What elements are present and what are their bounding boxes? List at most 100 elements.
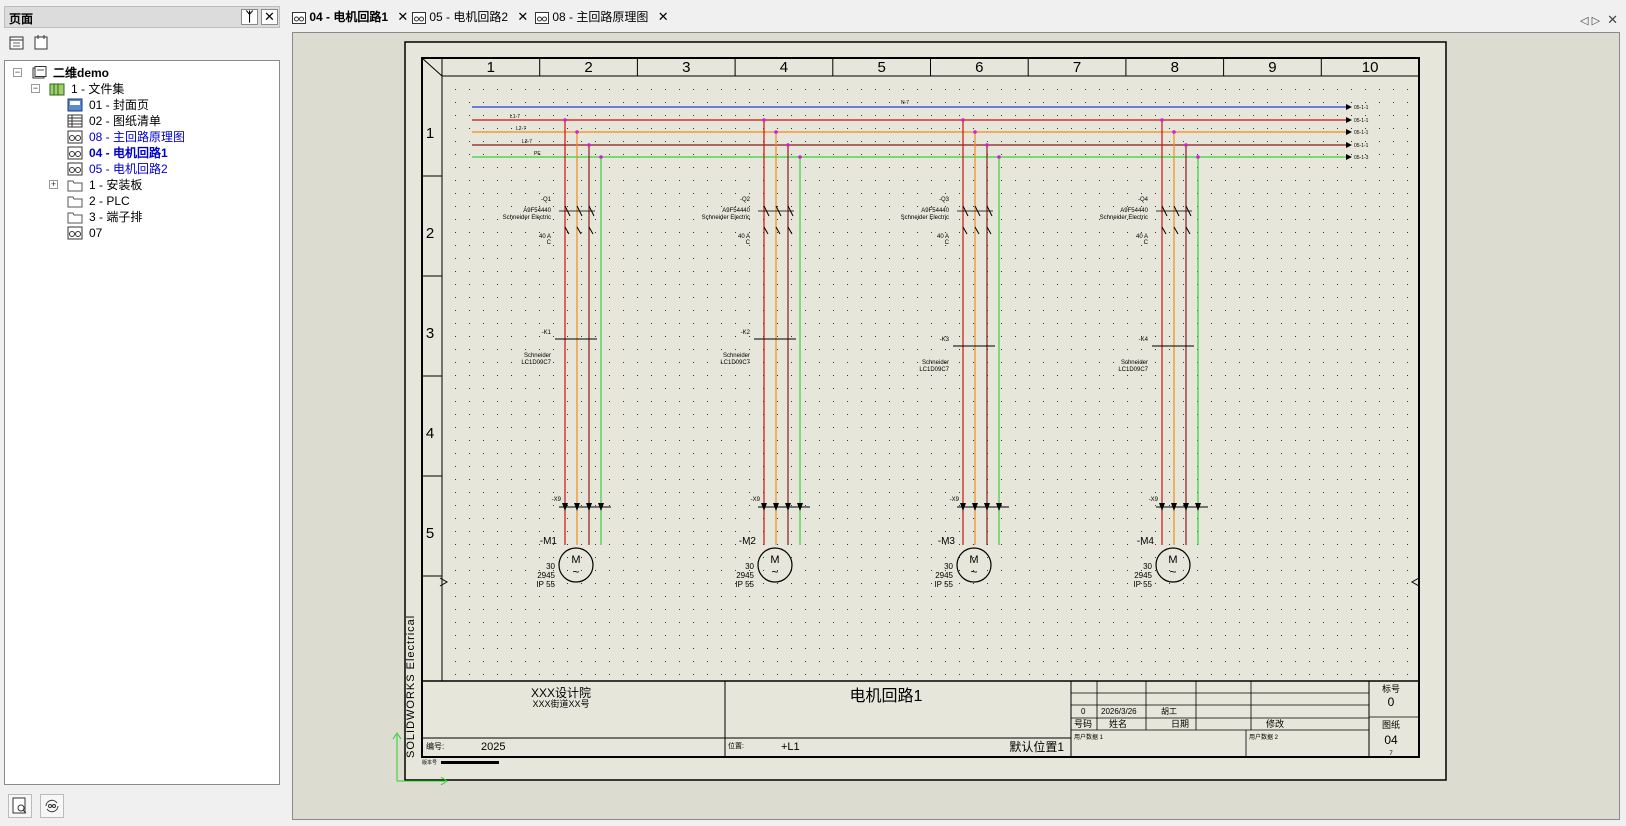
grid-dot (1365, 206, 1366, 207)
pin-button[interactable]: ᛉ (241, 9, 258, 25)
grid-dot (553, 622, 554, 623)
grid-dot (1253, 635, 1254, 636)
grid-dot (581, 661, 582, 662)
prev-tab-icon[interactable]: ◁ (1580, 15, 1588, 27)
grid-dot (1155, 154, 1156, 155)
motor-power: 30 (546, 562, 555, 571)
grid-dot (1169, 583, 1170, 584)
grid-dot (665, 219, 666, 220)
close-tab-icon[interactable]: ✕ (397, 9, 408, 24)
grid-dot (1169, 271, 1170, 272)
grid-dot (833, 440, 834, 441)
grid-dot (917, 323, 918, 324)
grid-dot (483, 232, 484, 233)
grid-dot (973, 284, 974, 285)
grid-dot (749, 388, 750, 389)
grid-dot (1029, 531, 1030, 532)
grid-dot (1239, 388, 1240, 389)
grid-dot (1141, 466, 1142, 467)
drawing-canvas[interactable]: 1 2 3 4 5 6 7 8 9 10 1 2 3 4 5 05-1-1 05-1-1 05-1-1 05-1-1… (292, 32, 1620, 820)
close-panel-button[interactable]: ✕ (261, 9, 278, 25)
expand-icon[interactable]: + (49, 180, 58, 189)
schematic-page-icon (412, 11, 426, 24)
schematic-page-icon (67, 130, 83, 144)
refresh-button[interactable] (40, 794, 64, 818)
grid-dot (1085, 271, 1086, 272)
grid-dot (791, 388, 792, 389)
grid-dot (833, 154, 834, 155)
grid-dot (1351, 141, 1352, 142)
tab-main-circuit[interactable]: 08 - 主回路原理图 ✕ (535, 8, 669, 26)
close-document-icon[interactable]: ✕ (1607, 12, 1618, 27)
grid-dot (861, 167, 862, 168)
grid-dot (1309, 622, 1310, 623)
grid-dot (455, 609, 456, 610)
grid-dot (525, 648, 526, 649)
grid-dot (1351, 219, 1352, 220)
grid-dot (651, 128, 652, 129)
grid-dot (1225, 440, 1226, 441)
page-layout-icon[interactable] (32, 34, 50, 52)
close-tab-icon[interactable]: ✕ (658, 9, 669, 24)
grid-dot (553, 193, 554, 194)
grid-dot (511, 362, 512, 363)
grid-dot (525, 245, 526, 246)
grid-dot (609, 336, 610, 337)
grid-dot (973, 128, 974, 129)
grid-dot (623, 479, 624, 480)
close-tab-icon[interactable]: ✕ (517, 9, 528, 24)
grid-dot (735, 128, 736, 129)
grid-dot (1337, 674, 1338, 675)
grid-dot (1071, 219, 1072, 220)
grid-dot (609, 674, 610, 675)
collapse-icon[interactable]: − (13, 68, 22, 77)
grid-dot (609, 89, 610, 90)
grid-dot (665, 531, 666, 532)
grid-dot (1043, 505, 1044, 506)
grid-dot (1183, 388, 1184, 389)
grid-dot (1365, 466, 1366, 467)
grid-dot (1407, 648, 1408, 649)
grid-dot (623, 245, 624, 246)
grid-dot (945, 167, 946, 168)
grid-dot (1211, 206, 1212, 207)
next-tab-icon[interactable]: ▷ (1592, 15, 1600, 27)
grid-dot (567, 362, 568, 363)
tab-motor-circuit-2[interactable]: 05 - 电机回路2 ✕ (412, 8, 528, 26)
grid-dot (1127, 141, 1128, 142)
collapse-icon[interactable]: − (31, 84, 40, 93)
bus-reference: 05-1-1 (1354, 130, 1369, 136)
grid-dot (1281, 323, 1282, 324)
grid-dot (861, 440, 862, 441)
grid-dot (1225, 284, 1226, 285)
new-page-icon[interactable] (8, 34, 26, 52)
grid-dot (609, 206, 610, 207)
grid-dot (875, 362, 876, 363)
schematic-drawing[interactable]: 1 2 3 4 5 6 7 8 9 101234505-1-105-1-105-1-105-1-1… (293, 33, 1619, 819)
grid-dot (847, 232, 848, 233)
preview-button[interactable] (8, 794, 32, 818)
grid-dot (637, 258, 638, 259)
grid-dot (889, 297, 890, 298)
grid-dot (959, 258, 960, 259)
grid-dot (903, 310, 904, 311)
grid-dot (581, 518, 582, 519)
grid-dot (1379, 154, 1380, 155)
grid-dot (679, 440, 680, 441)
grid-dot (1071, 180, 1072, 181)
grid-dot (1393, 453, 1394, 454)
grid-dot (595, 609, 596, 610)
grid-dot (959, 219, 960, 220)
book-icon (49, 83, 65, 96)
grid-dot (1057, 648, 1058, 649)
grid-dot (1379, 206, 1380, 207)
grid-dot (1085, 427, 1086, 428)
grid-dot (791, 544, 792, 545)
grid-dot (973, 544, 974, 545)
grid-dot (1393, 583, 1394, 584)
grid-dot (609, 479, 610, 480)
tab-motor-circuit-1[interactable]: 04 - 电机回路1 ✕ (292, 8, 408, 26)
grid-dot (567, 193, 568, 194)
grid-dot (791, 518, 792, 519)
grid-dot (903, 388, 904, 389)
